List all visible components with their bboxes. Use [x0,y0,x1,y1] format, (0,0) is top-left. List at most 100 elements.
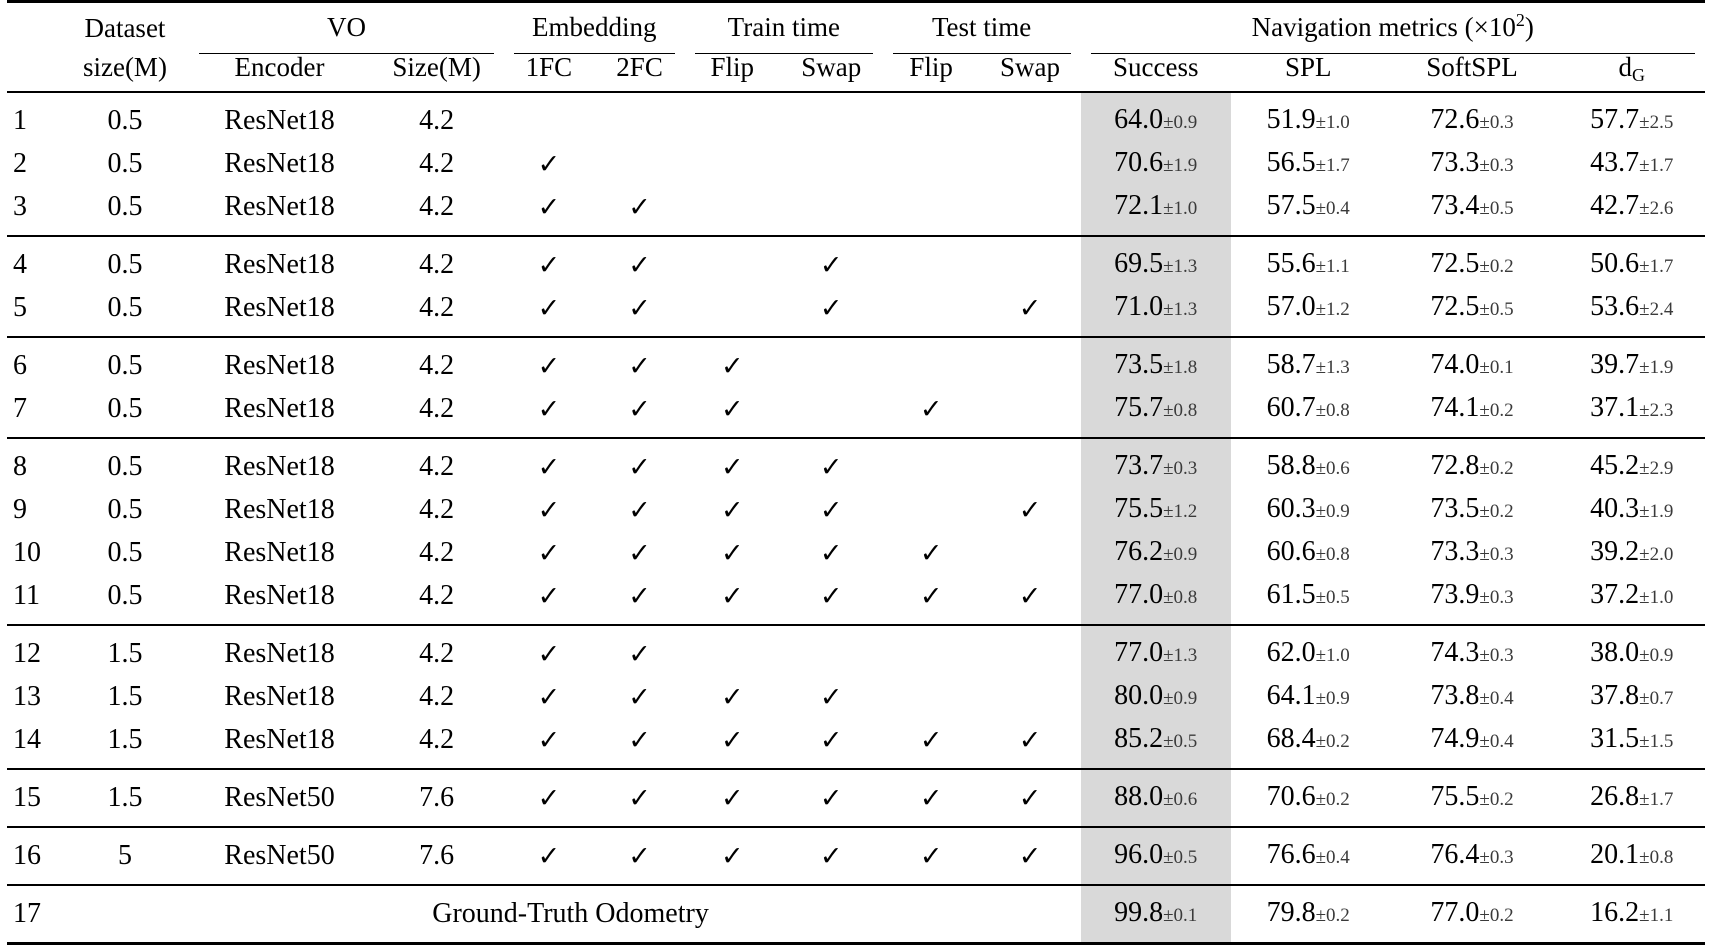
checkmark-icon: ✓ [720,451,744,482]
metric-dg: 57.7±2.5 [1558,90,1705,143]
checkmark-icon: ✓ [720,580,744,611]
metric-softspl: 75.5±0.2 [1385,767,1559,827]
row-index: 12 [7,623,61,676]
checkmark-icon: ✓ [628,393,651,424]
train-swap-check: ✓ [779,767,883,827]
checkmark-icon: ✓ [537,494,561,525]
vo-size: 4.2 [419,148,455,179]
metric-success: 70.6±1.9 [1080,142,1231,186]
table-row: 16 5 ResNet50 7.6 ✓ ✓ ✓ ✓ ✓ ✓ 96.0±0.5 76.6±0.4 76.4… [7,825,1705,885]
checkmark-icon: ✓ [819,537,843,568]
metric-success-value: 71.0 [1114,290,1164,322]
table-header: Dataset VO Embedding Train time Test tim… [7,1,1705,92]
header-train-swap: Swap [801,51,862,82]
checkmark-icon: ✓ [1018,292,1042,323]
metric-spl-error: ±1.7 [1315,154,1350,176]
metric-success-error: ±1.9 [1163,154,1198,176]
checkmark-icon: ✓ [628,840,651,871]
embedding-2fc-check: ✓ [594,388,685,438]
header-spl: SPL [1284,51,1332,82]
metric-spl-value: 79.8 [1266,896,1316,928]
metric-softspl-value: 74.3 [1430,636,1480,668]
metric-dg: 31.5±1.5 [1559,719,1705,769]
test-swap-check [979,623,1081,676]
table-row: 11 0.5 ResNet18 4.2 ✓ ✓ ✓ ✓ ✓ ✓ 77.0±0.8 61.5±0.5 73… [7,574,1705,625]
row-index: 10 [13,537,41,568]
metric-spl: 57.5±0.4 [1231,186,1386,236]
vo-encoder: ResNet18 [189,436,370,489]
table-row: 4 0.5 ResNet18 4.2 ✓ ✓ ✓ 69.5±1.3 55.6±1.1 72.5±0… [7,234,1705,287]
checkmark-icon: ✓ [628,724,651,755]
vo-encoder: ResNet18 [189,335,370,388]
checkmark-icon: ✓ [628,292,651,323]
embedding-2fc-check [594,90,685,143]
metric-softspl-error: ±0.3 [1479,154,1514,176]
table-row: 1 0.5 ResNet18 4.2 64.0±0.9 51.9±1.0 72.6±0.3 5… [7,90,1705,143]
metric-softspl-error: ±0.4 [1479,730,1514,752]
embedding-2fc-check: ✓ [594,676,685,719]
test-flip-check [882,90,980,143]
checkmark-icon: ✓ [720,494,744,525]
metric-softspl-value: 76.4 [1430,838,1480,870]
row-index: 15 [7,767,61,827]
vo-encoder: ResNet18 [224,393,335,424]
metric-softspl: 76.4±0.3 [1385,825,1559,885]
embedding-2fc-check: ✓ [594,767,685,827]
embedding-1fc-check: ✓ [503,825,595,885]
test-swap-check [979,436,1081,489]
checkmark-icon: ✓ [1018,782,1042,813]
checkmark-icon: ✓ [628,638,651,669]
metric-dg-error: ±1.7 [1639,255,1674,277]
metric-softspl: 72.6±0.3 [1385,90,1559,143]
train-flip-check: ✓ [685,719,780,769]
metric-success-error: ±0.8 [1163,399,1198,421]
embedding-1fc-check: ✓ [503,623,595,676]
metric-spl: 55.6±1.1 [1230,234,1386,287]
header-train-flip: Flip [710,51,755,82]
checkmark-icon: ✓ [628,191,651,222]
metric-spl-value: 64.1 [1266,679,1316,711]
metric-spl: 64.1±0.9 [1231,676,1386,719]
metric-success-error: ±0.1 [1163,904,1198,926]
metric-success-value: 85.2 [1114,722,1164,754]
metric-spl-error: ±0.6 [1315,457,1350,479]
vo-size: 4.2 [369,436,504,489]
row-index: 5 [13,292,27,323]
metric-success: 77.0±0.8 [1080,574,1231,625]
metric-softspl-error: ±0.3 [1479,111,1514,133]
checkmark-icon: ✓ [919,840,943,871]
checkmark-icon: ✓ [819,724,843,755]
header-group-train-time-label: Train time [727,11,840,42]
train-swap-check: ✓ [780,575,883,625]
dataset-size: 0.5 [107,393,143,424]
checkmark-icon: ✓ [819,451,843,482]
metric-spl: 60.6±0.8 [1231,532,1386,575]
checkmark-icon: ✓ [720,782,744,813]
dataset-size: 0.5 [107,580,143,611]
table-row: 14 1.5 ResNet18 4.2 ✓ ✓ ✓ ✓ ✓ ✓ 85.2±0.5 68.4±0.2 74… [7,718,1705,769]
metric-spl-value: 60.6 [1266,535,1316,567]
metric-success-value: 80.0 [1114,679,1164,711]
embedding-1fc-check: ✓ [504,388,595,438]
metric-dg: 50.6±1.7 [1558,234,1705,287]
metric-dg-value: 40.3 [1590,492,1640,524]
table-row: 13 1.5 ResNet18 4.2 ✓ ✓ ✓ ✓ 80.0±0.9 64.1±0.9 73.8… [7,675,1705,719]
test-swap-check: ✓ [979,767,1081,827]
checkmark-icon: ✓ [628,350,651,381]
metric-spl: 68.4±0.2 [1231,719,1386,769]
metric-spl-error: ±1.0 [1315,111,1350,133]
metric-softspl: 72.8±0.2 [1385,436,1559,489]
metric-spl: 60.7±0.8 [1231,388,1386,438]
header-group-vo-rule [199,52,494,54]
test-flip-check [882,234,980,287]
metric-spl: 56.5±1.7 [1231,143,1386,186]
checkmark-icon: ✓ [628,537,651,568]
metric-dg: 42.7±2.6 [1559,186,1705,236]
embedding-2fc-check: ✓ [594,825,685,885]
embedding-2fc-check: ✓ [594,575,685,625]
metric-success-error: ±0.9 [1163,687,1198,709]
metric-softspl-value: 73.8 [1430,679,1480,711]
table-row: 12 1.5 ResNet18 4.2 ✓ ✓ 77.0±1.3 62.0±1.0 74.3±0… [7,623,1705,676]
metric-spl-error: ±1.1 [1315,255,1350,277]
checkmark-icon: ✓ [720,393,744,424]
